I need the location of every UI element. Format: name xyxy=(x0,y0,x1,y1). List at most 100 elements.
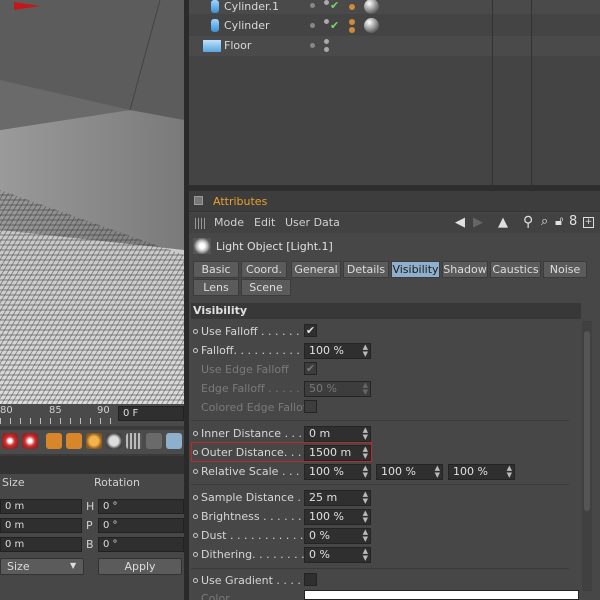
link-icon[interactable]: 8 xyxy=(569,214,577,229)
tab-general[interactable]: General xyxy=(291,261,341,278)
separator xyxy=(191,420,569,421)
stepper-arrows-icon[interactable]: ▲ ▼ xyxy=(363,510,368,524)
enabled-check-icon[interactable]: ✔ xyxy=(330,0,339,12)
enabled-check-icon[interactable]: ✔ xyxy=(330,19,339,32)
stepper-arrows-icon[interactable]: ▲ ▼ xyxy=(363,529,368,543)
stepper-arrows-icon[interactable]: ▲ ▼ xyxy=(363,491,368,505)
stepper-arrows-icon[interactable]: ▲ ▼ xyxy=(507,465,512,479)
object-row-cylinder1[interactable]: Cylinder.1 ✔ xyxy=(189,0,600,17)
size-x-field[interactable]: 0 m xyxy=(0,499,82,514)
visibility-dot[interactable] xyxy=(310,3,315,8)
rotate-key-icon[interactable] xyxy=(86,433,102,449)
material-tag-icon[interactable] xyxy=(364,18,379,33)
scale-key-icon[interactable] xyxy=(66,433,82,449)
animate-dot[interactable] xyxy=(193,514,198,519)
panel-menu-icon[interactable] xyxy=(194,196,203,205)
rotation-p-field[interactable]: 0 ° xyxy=(98,518,184,533)
tab-basic[interactable]: Basic xyxy=(193,261,239,278)
dithering-field[interactable]: 0 % ▲ ▼ xyxy=(304,547,371,563)
field-value: 100 % xyxy=(309,344,344,357)
animate-dot[interactable] xyxy=(193,329,198,334)
object-row-floor[interactable]: Floor xyxy=(189,36,600,56)
stepper-arrows-icon[interactable]: ▲ ▼ xyxy=(363,344,368,358)
back-arrow-icon[interactable]: ◀ xyxy=(455,215,465,230)
texture-tag-icon[interactable] xyxy=(349,19,355,25)
tab-noise[interactable]: Noise xyxy=(543,261,587,278)
stepper-arrows-icon[interactable]: ▲ ▼ xyxy=(363,465,368,479)
param-key-icon[interactable] xyxy=(106,433,122,449)
render-dot[interactable] xyxy=(324,0,329,5)
scrollbar-thumb[interactable] xyxy=(584,331,590,511)
timeline-icon[interactable] xyxy=(166,433,182,449)
stepper-arrows-icon[interactable]: ▲ ▼ xyxy=(435,465,440,479)
inner-distance-field[interactable]: 0 m ▲ ▼ xyxy=(304,426,371,442)
menu-mode[interactable]: Mode xyxy=(214,216,244,229)
stepper-arrows-icon[interactable]: ▲ ▼ xyxy=(363,427,368,441)
menu-edit[interactable]: Edit xyxy=(254,216,275,229)
stepper-arrows-icon[interactable]: ▲ ▼ xyxy=(363,548,368,562)
animate-dot[interactable] xyxy=(193,469,198,474)
rotation-h-field[interactable]: 0 ° xyxy=(98,499,184,514)
size-z-field[interactable]: 0 m xyxy=(0,537,82,552)
outer-distance-field[interactable]: 1500 m ▲ ▼ xyxy=(304,445,371,461)
use-gradient-checkbox[interactable] xyxy=(304,573,317,586)
object-row-cylinder[interactable]: Cylinder ✔ xyxy=(189,16,600,36)
bookmark-icon[interactable]: ⌕ xyxy=(541,214,548,229)
falloff-field[interactable]: 100 % ▲ ▼ xyxy=(304,343,371,359)
animate-dot[interactable] xyxy=(193,450,198,455)
3d-viewport[interactable] xyxy=(0,0,184,404)
mode-select[interactable]: Size ▼ xyxy=(0,558,84,575)
search-icon[interactable]: ⚲ xyxy=(523,214,533,230)
tab-scene[interactable]: Scene xyxy=(241,279,291,296)
cylinder-icon xyxy=(211,0,219,13)
size-y-field[interactable]: 0 m xyxy=(0,518,82,533)
relative-scale-y-field[interactable]: 100 % ▲ ▼ xyxy=(376,464,443,480)
use-falloff-checkbox[interactable]: ✔ xyxy=(304,324,317,337)
use-edge-falloff-checkbox[interactable]: ✔ xyxy=(304,362,317,375)
sample-distance-field[interactable]: 25 m ▲ ▼ xyxy=(304,490,371,506)
new-panel-icon[interactable]: + xyxy=(583,217,594,228)
visibility-dot[interactable] xyxy=(310,43,315,48)
tab-shadow[interactable]: Shadow xyxy=(442,261,488,278)
rotation-b-field[interactable]: 0 ° xyxy=(98,537,184,552)
lock-icon[interactable]: 🔓︎ xyxy=(555,214,563,229)
animate-dot[interactable] xyxy=(193,348,198,353)
texture-tag-icon[interactable] xyxy=(349,27,355,33)
record-icon[interactable] xyxy=(2,433,18,449)
up-arrow-icon[interactable]: ▲ xyxy=(498,215,508,230)
visibility-dot[interactable] xyxy=(310,23,315,28)
tick-label: 90 xyxy=(97,405,110,416)
forward-arrow-icon[interactable]: ▶ xyxy=(473,215,483,230)
material-tag-icon[interactable] xyxy=(364,0,379,14)
menu-user-data[interactable]: User Data xyxy=(285,216,340,229)
tab-coord[interactable]: Coord. xyxy=(241,261,287,278)
render-dot[interactable] xyxy=(324,39,329,44)
tab-details[interactable]: Details xyxy=(343,261,389,278)
animate-dot[interactable] xyxy=(193,533,198,538)
autokey-icon[interactable] xyxy=(22,433,38,449)
apply-button[interactable]: Apply xyxy=(98,558,182,575)
tab-visibility[interactable]: Visibility xyxy=(391,261,440,278)
stepper-arrows-icon[interactable]: ▲ ▼ xyxy=(363,446,368,460)
tab-lens[interactable]: Lens xyxy=(193,279,239,296)
animate-dot[interactable] xyxy=(193,552,198,557)
animate-dot[interactable] xyxy=(193,578,198,583)
colored-edge-falloff-checkbox[interactable] xyxy=(304,400,317,413)
pla-key-icon[interactable] xyxy=(126,433,142,449)
current-frame-field[interactable]: 0 F xyxy=(118,406,184,421)
animate-dot[interactable] xyxy=(193,431,198,436)
tab-caustics[interactable]: Caustics xyxy=(490,261,541,278)
render-dot[interactable] xyxy=(324,47,329,52)
keyframe-selection-icon[interactable] xyxy=(146,433,162,449)
stepper-arrows-icon[interactable]: ▲ ▼ xyxy=(363,382,368,396)
animate-dot[interactable] xyxy=(193,495,198,500)
gradient-bar[interactable] xyxy=(304,590,579,600)
texture-tag-icon[interactable] xyxy=(349,4,355,10)
dust-field[interactable]: 0 % ▲ ▼ xyxy=(304,528,371,544)
edge-falloff-field[interactable]: 50 % ▲ ▼ xyxy=(304,381,371,397)
relative-scale-z-field[interactable]: 100 % ▲ ▼ xyxy=(448,464,515,480)
relative-scale-x-field[interactable]: 100 % ▲ ▼ xyxy=(304,464,371,480)
move-key-icon[interactable] xyxy=(46,433,62,449)
brightness-field[interactable]: 100 % ▲ ▼ xyxy=(304,509,371,525)
render-dot[interactable] xyxy=(324,19,329,24)
